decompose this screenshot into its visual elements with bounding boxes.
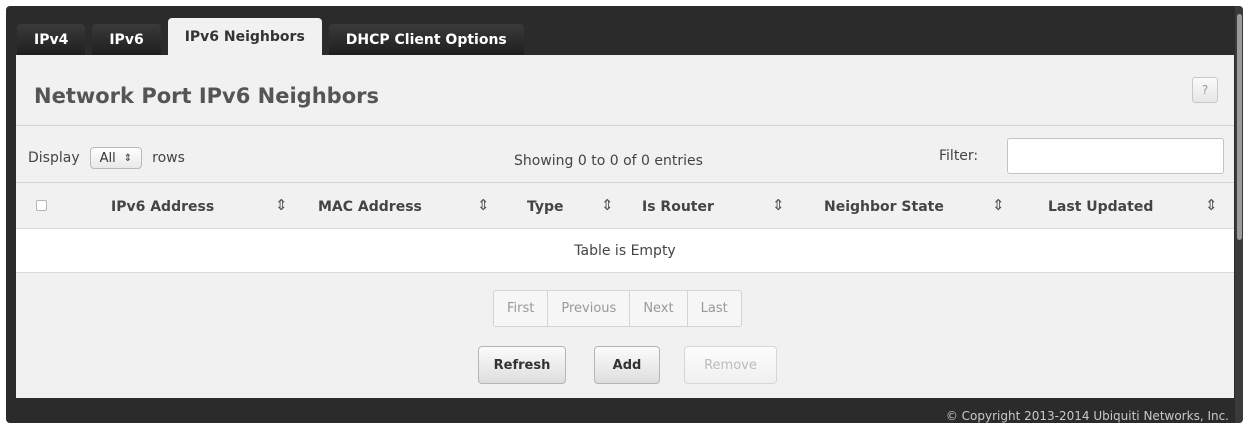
- column-type[interactable]: Type: [527, 199, 564, 215]
- previous-page-button[interactable]: Previous: [548, 291, 631, 326]
- column-last-updated[interactable]: Last Updated: [1048, 199, 1153, 215]
- filter-input[interactable]: [1007, 138, 1224, 174]
- tab-dhcp-client-options[interactable]: DHCP Client Options: [328, 24, 524, 55]
- rows-select-value: All: [99, 150, 116, 166]
- column-ipv6-address[interactable]: IPv6 Address: [111, 199, 214, 215]
- table-header: IPv6 Address ⇕ MAC Address ⇕ Type ⇕ Is R…: [16, 182, 1234, 229]
- sort-arrows-icon[interactable]: ⇕: [275, 196, 288, 214]
- sort-arrows-icon[interactable]: ⇕: [772, 196, 785, 214]
- help-icon: ?: [1201, 83, 1209, 97]
- refresh-button[interactable]: Refresh: [478, 346, 566, 384]
- add-button[interactable]: Add: [594, 346, 660, 384]
- remove-button[interactable]: Remove: [684, 346, 777, 384]
- help-button[interactable]: ?: [1192, 77, 1218, 103]
- column-is-router[interactable]: Is Router: [642, 199, 714, 215]
- app-frame: IPv4 IPv6 IPv6 Neighbors DHCP Client Opt…: [6, 6, 1243, 423]
- empty-message: Table is Empty: [574, 242, 676, 259]
- select-updown-icon: ⇕: [123, 152, 133, 164]
- column-mac-address[interactable]: MAC Address: [318, 199, 422, 215]
- scrollbar-thumb[interactable]: [1237, 14, 1242, 240]
- sort-arrows-icon[interactable]: ⇕: [477, 196, 490, 214]
- title-divider: [16, 125, 1234, 126]
- sort-arrows-icon[interactable]: ⇕: [1205, 196, 1218, 214]
- tab-ipv6[interactable]: IPv6: [92, 24, 161, 55]
- content-panel: Network Port IPv6 Neighbors ? Display Al…: [16, 55, 1234, 398]
- display-rows-control: Display All ⇕ rows: [28, 147, 185, 169]
- rows-label: rows: [152, 150, 185, 166]
- filter-label: Filter:: [939, 148, 979, 164]
- page-title: Network Port IPv6 Neighbors: [34, 84, 379, 108]
- first-page-button[interactable]: First: [494, 291, 549, 326]
- next-page-button[interactable]: Next: [630, 291, 688, 326]
- sort-arrows-icon[interactable]: ⇕: [992, 196, 1005, 214]
- tab-ipv4[interactable]: IPv4: [17, 24, 86, 55]
- select-all-checkbox[interactable]: [36, 200, 47, 211]
- tab-ipv6-neighbors[interactable]: IPv6 Neighbors: [167, 18, 322, 55]
- pagination: First Previous Next Last: [493, 290, 742, 327]
- rows-select[interactable]: All ⇕: [89, 147, 143, 169]
- last-page-button[interactable]: Last: [688, 291, 741, 326]
- table-empty-row: Table is Empty: [16, 228, 1234, 273]
- tab-bar: IPv4 IPv6 IPv6 Neighbors DHCP Client Opt…: [17, 17, 531, 55]
- entries-info: Showing 0 to 0 of 0 entries: [514, 153, 703, 169]
- display-label: Display: [28, 150, 80, 166]
- column-neighbor-state[interactable]: Neighbor State: [824, 199, 944, 215]
- sort-arrows-icon[interactable]: ⇕: [601, 196, 614, 214]
- copyright-text: © Copyright 2013-2014 Ubiquiti Networks,…: [945, 409, 1229, 423]
